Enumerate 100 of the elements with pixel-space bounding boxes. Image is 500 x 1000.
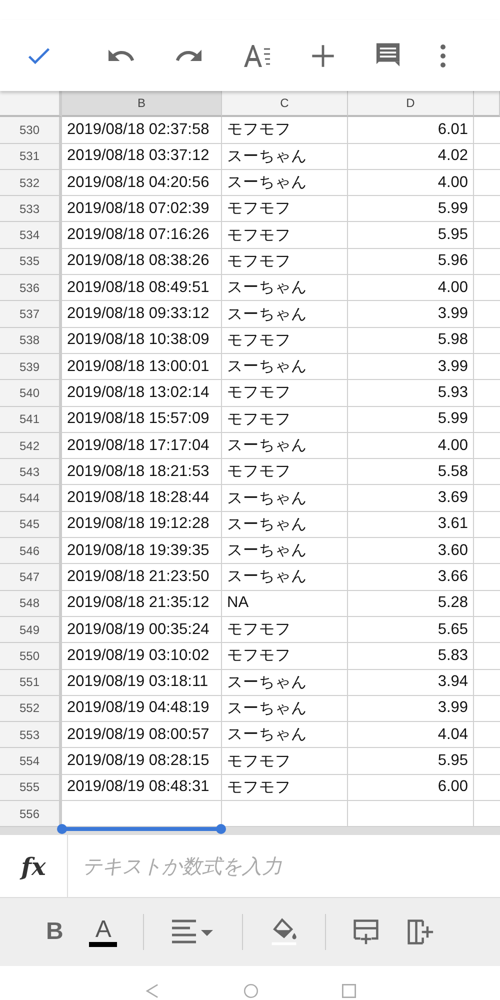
table-cell: スーちゃん	[222, 696, 348, 722]
table-cell: 3.69	[348, 485, 474, 512]
table-cell: 2019/08/18 19:12:28	[62, 512, 222, 538]
table-cell: 3.60	[348, 538, 474, 564]
table-cell: 5.28	[348, 590, 474, 617]
table-cell: 5.96	[348, 248, 474, 276]
table-cell: 2019/08/19 03:18:11	[62, 670, 222, 696]
plus-icon[interactable]	[310, 42, 336, 68]
table-cell: 2019/08/18 17:17:04	[62, 432, 222, 460]
row-header[interactable]: 532	[0, 170, 62, 196]
table-cell: スーちゃん	[222, 670, 348, 696]
table-cell: 3.66	[348, 564, 474, 591]
row-header[interactable]: 546	[0, 538, 62, 564]
row-header[interactable]: 552	[0, 696, 62, 722]
table-cell: スーちゃん	[222, 144, 348, 170]
selection-handle[interactable]	[216, 824, 226, 834]
table-cell: スーちゃん	[222, 564, 348, 591]
table-cell: 2019/08/18 09:33:12	[62, 301, 222, 328]
table-cell: モフモフ	[222, 748, 348, 775]
insert-column-icon[interactable]	[406, 918, 434, 946]
column-header[interactable]: D	[348, 91, 474, 117]
row-header[interactable]: 547	[0, 564, 62, 591]
table-cell: モフモフ	[222, 248, 348, 276]
row-header[interactable]: 555	[0, 774, 62, 802]
row-header[interactable]: 549	[0, 616, 62, 644]
row-header[interactable]: 550	[0, 643, 62, 670]
table-cell: 2019/08/19 03:10:02	[62, 643, 222, 670]
table-cell: 2019/08/18 21:23:50	[62, 564, 222, 591]
table-cell: 5.83	[348, 643, 474, 670]
row-header[interactable]: 551	[0, 670, 62, 696]
table-cell: スーちゃん	[222, 301, 348, 328]
table-cell: モフモフ	[222, 406, 348, 433]
table-cell: NA	[222, 590, 348, 617]
row-header[interactable]: 535	[0, 248, 62, 276]
column-header[interactable]: B	[62, 91, 222, 117]
table-cell: 2019/08/18 02:37:58	[62, 117, 222, 144]
table-cell: 2019/08/18 07:02:39	[62, 196, 222, 222]
row-header[interactable]: 556	[0, 801, 62, 828]
table-cell: 6.01	[348, 117, 474, 144]
table-cell: 2019/08/19 00:35:24	[62, 616, 222, 644]
table-cell: スーちゃん	[222, 432, 348, 460]
text-color-button[interactable]: A	[89, 918, 118, 947]
table-cell: スーちゃん	[222, 512, 348, 538]
table-cell: モフモフ	[222, 196, 348, 222]
table-cell: 3.99	[348, 354, 474, 380]
row-header[interactable]: 541	[0, 406, 62, 433]
table-cell: スーちゃん	[222, 275, 348, 302]
table-cell: モフモフ	[222, 459, 348, 486]
more-options-icon[interactable]	[440, 44, 446, 68]
table-cell: 2019/08/18 10:38:09	[62, 328, 222, 354]
table-cell: スーちゃん	[222, 722, 348, 748]
row-header[interactable]: 554	[0, 748, 62, 775]
table-cell: モフモフ	[222, 380, 348, 407]
table-cell: 2019/08/18 19:39:35	[62, 538, 222, 564]
table-cell: 2019/08/19 08:00:57	[62, 722, 222, 748]
table-cell: モフモフ	[222, 222, 348, 249]
row-header[interactable]: 553	[0, 722, 62, 748]
table-cell: モフモフ	[222, 117, 348, 144]
table-cell: 2019/08/18 18:21:53	[62, 459, 222, 486]
row-header[interactable]: 543	[0, 459, 62, 486]
selection-handle[interactable]	[57, 824, 67, 834]
table-cell: 2019/08/18 04:20:56	[62, 170, 222, 196]
table-cell: 6.00	[348, 774, 474, 802]
table-cell: 2019/08/18 08:49:51	[62, 275, 222, 302]
table-cell: 3.99	[348, 301, 474, 328]
row-header[interactable]: 548	[0, 590, 62, 617]
table-cell: 2019/08/18 21:35:12	[62, 590, 222, 617]
row-header[interactable]: 530	[0, 117, 62, 144]
table-cell: 5.99	[348, 196, 474, 222]
table-cell: 3.99	[348, 696, 474, 722]
text-format-icon[interactable]	[242, 42, 272, 68]
column-header[interactable]: C	[222, 91, 348, 117]
table-cell: 5.65	[348, 616, 474, 644]
table-cell: 5.95	[348, 748, 474, 775]
row-header[interactable]: 533	[0, 196, 62, 222]
fill-color-icon[interactable]	[269, 917, 300, 948]
row-header[interactable]: 545	[0, 512, 62, 538]
row-header[interactable]: 540	[0, 380, 62, 407]
row-header[interactable]: 531	[0, 144, 62, 170]
table-cell: モフモフ	[222, 616, 348, 644]
row-header[interactable]: 537	[0, 301, 62, 328]
table-cell: モフモフ	[222, 774, 348, 802]
row-header[interactable]: 542	[0, 432, 62, 460]
row-header[interactable]: 538	[0, 328, 62, 354]
table-cell: 4.00	[348, 432, 474, 460]
row-header[interactable]: 539	[0, 354, 62, 380]
table-cell: 2019/08/18 15:57:09	[62, 406, 222, 433]
table-cell: 2019/08/19 08:48:31	[62, 774, 222, 802]
bold-button[interactable]: B	[46, 918, 64, 946]
table-cell: 5.95	[348, 222, 474, 249]
row-header[interactable]: 534	[0, 222, 62, 249]
row-header[interactable]: 536	[0, 275, 62, 302]
table-cell: 2019/08/18 08:38:26	[62, 248, 222, 276]
table-cell: スーちゃん	[222, 485, 348, 512]
row-header[interactable]: 544	[0, 485, 62, 512]
table-cell: 4.00	[348, 275, 474, 302]
insert-row-icon[interactable]	[352, 918, 380, 946]
table-cell: 2019/08/18 13:00:01	[62, 354, 222, 380]
table-cell: 5.98	[348, 328, 474, 354]
table-cell: スーちゃん	[222, 170, 348, 196]
